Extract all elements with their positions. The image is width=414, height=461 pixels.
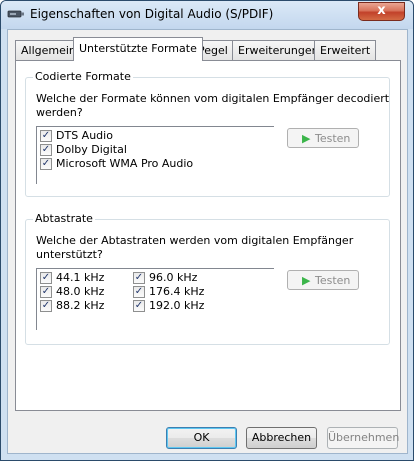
sample-rate-question: Welche der Abtastraten werden vom digita… [36,234,391,262]
item-label: 192.0 kHz [149,299,205,312]
test-sample-rates-button[interactable]: ▶ Testen [287,270,359,290]
question-line: unterstützt? [36,248,103,261]
tab-erweitert[interactable]: Erweitert [314,40,377,60]
checkbox[interactable]: ✓ [40,300,52,312]
tab-erweiterungen[interactable]: Erweiterungen [232,40,325,60]
tab-unterstuetzte-formate[interactable]: Unterstützte Formate [73,37,203,61]
tab-label: Unterstützte Formate [79,42,197,55]
sample-rate-group: Abtastrate Welche der Abtastraten werden… [25,212,391,345]
test-formats-button[interactable]: ▶ Testen [287,128,359,148]
item-label: 48.0 kHz [56,285,105,298]
checkbox[interactable]: ✓ [133,272,145,284]
button-label: Abbrechen [251,431,312,444]
item-label: Microsoft WMA Pro Audio [56,157,194,170]
checkbox[interactable]: ✓ [40,286,52,298]
button-label: Testen [315,132,351,145]
title-bar[interactable]: Eigenschaften von Digital Audio (S/PDIF)… [1,1,413,29]
button-label: Testen [315,274,351,287]
item-label: 176.4 kHz [149,285,205,298]
checkbox[interactable]: ✓ [133,300,145,312]
speaker-icon [7,10,24,18]
play-icon: ▶ [302,274,311,287]
tab-label: Erweiterungen [238,44,319,57]
tab-label: Allgemein [21,44,76,57]
tab-panel-supported-formats: Codierte Formate Welche der Formate könn… [15,60,401,411]
item-label: 88.2 kHz [56,299,105,312]
checkbox[interactable]: ✓ [40,158,52,170]
button-label: Übernehmen [328,431,400,444]
tab-allgemein[interactable]: Allgemein [15,40,82,60]
group-title: Codierte Formate [33,70,133,83]
checkbox[interactable]: ✓ [40,144,52,156]
checkbox[interactable]: ✓ [133,286,145,298]
play-icon: ▶ [302,132,311,145]
item-label: 44.1 kHz [56,271,105,284]
encoded-formats-question: Welche der Formate können vom digitalen … [36,92,391,120]
encoded-formats-group: Codierte Formate Welche der Formate könn… [25,70,391,197]
item-label: Dolby Digital [56,143,127,156]
item-label: DTS Audio [56,129,113,142]
tab-label: Erweitert [320,44,371,57]
cancel-button[interactable]: Abbrechen [246,427,317,449]
button-label: OK [193,431,210,444]
dialog-client-area: Allgemein Unterstützte Formate Pegel Erw… [7,29,408,454]
encoded-formats-list[interactable]: ✓ DTS Audio ✓ Dolby Digital ✓ Microsoft … [36,126,274,184]
question-line: werden? [36,106,83,119]
question-line: Welche der Formate können vom digitalen … [36,92,390,105]
properties-dialog: Eigenschaften von Digital Audio (S/PDIF)… [0,0,414,461]
question-line: Welche der Abtastraten werden vom digita… [36,234,354,247]
item-label: 96.0 kHz [149,271,198,284]
checkbox[interactable]: ✓ [40,130,52,142]
close-icon: x [377,3,386,18]
close-button[interactable]: x [358,2,405,21]
checkbox[interactable]: ✓ [40,272,52,284]
group-title: Abtastrate [33,212,95,225]
ok-button[interactable]: OK [166,427,237,449]
window-title: Eigenschaften von Digital Audio (S/PDIF) [30,7,274,21]
sample-rate-list[interactable]: ✓ 44.1 kHz ✓ 48.0 kHz ✓ 88.2 kHz ✓ 96.0 … [36,268,274,330]
apply-button[interactable]: Übernehmen [327,427,400,449]
